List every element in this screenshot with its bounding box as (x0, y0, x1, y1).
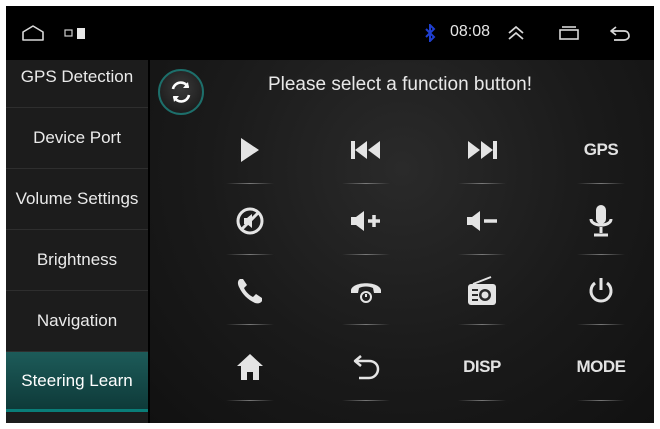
back-icon[interactable] (607, 6, 633, 60)
volume-down-icon (467, 211, 497, 231)
sidebar-item-label: Brightness (36, 250, 118, 269)
home-icon (237, 354, 263, 380)
underline (226, 324, 274, 325)
sidebar-item-steering-learn[interactable]: Steering Learn (6, 352, 148, 412)
sidebar-item-label: Navigation (36, 311, 118, 330)
underline (577, 400, 625, 401)
settings-sidebar: GPS Detection Device Port Volume Setting… (6, 60, 148, 423)
underline (458, 254, 506, 255)
mode-button[interactable]: MODE (571, 344, 631, 390)
instruction-text: Please select a function button! (267, 74, 533, 95)
underline (226, 254, 274, 255)
underline (458, 400, 506, 401)
underline (226, 183, 274, 184)
underline (342, 183, 390, 184)
sidebar-item-label: Volume Settings (15, 189, 139, 208)
volume-down-button[interactable] (452, 198, 512, 244)
underline (458, 183, 506, 184)
clock: 08:08 (450, 23, 491, 40)
hang-up-button[interactable] (336, 268, 396, 314)
gps-label: GPS (583, 140, 619, 159)
microphone-button[interactable] (571, 198, 631, 244)
call-button[interactable] (220, 268, 280, 314)
play-icon (241, 138, 259, 162)
sidebar-item-navigation[interactable]: Navigation (6, 291, 148, 352)
mute-icon (236, 207, 264, 235)
volume-up-button[interactable] (336, 198, 396, 244)
disp-button[interactable]: DISP (452, 344, 512, 390)
underline (577, 183, 625, 184)
phone-call-icon (237, 279, 262, 304)
radio-button[interactable] (452, 268, 512, 314)
head-unit-screen: 08:08 GPS Detection Device Port Volume S… (6, 6, 654, 423)
play-button[interactable] (220, 127, 280, 173)
mute-button[interactable] (220, 198, 280, 244)
steering-learn-panel: Please select a function button! GPS DIS… (150, 60, 654, 423)
disp-label: DISP (463, 357, 501, 376)
return-button[interactable] (336, 344, 396, 390)
underline (577, 324, 625, 325)
gps-button[interactable]: GPS (571, 127, 631, 173)
next-track-button[interactable] (452, 127, 512, 173)
back-return-icon (353, 355, 380, 380)
underline (226, 400, 274, 401)
power-button[interactable] (571, 268, 631, 314)
underline (458, 324, 506, 325)
refresh-icon (171, 81, 191, 103)
next-track-icon (468, 141, 497, 159)
hang-up-icon (351, 283, 381, 303)
underline (342, 400, 390, 401)
mode-label: MODE (576, 357, 627, 376)
underline (577, 254, 625, 255)
sidebar-item-label: Steering Learn (21, 370, 133, 390)
previous-track-icon (351, 141, 380, 159)
home-button[interactable] (220, 344, 280, 390)
power-icon (589, 278, 613, 303)
sidebar-item-brightness[interactable]: Brightness (6, 230, 148, 291)
radio-icon (468, 276, 496, 305)
expand-up-icon[interactable] (504, 6, 528, 60)
previous-track-button[interactable] (336, 127, 396, 173)
bluetooth-icon (420, 6, 440, 60)
recent-apps-icon[interactable] (557, 6, 581, 60)
sidebar-item-label: GPS Detection (20, 67, 134, 86)
sidebar-item-volume-settings[interactable]: Volume Settings (6, 169, 148, 230)
refresh-button[interactable] (158, 69, 204, 115)
sidebar-item-label: Device Port (33, 128, 121, 147)
underline (342, 324, 390, 325)
sidebar-item-device-port[interactable]: Device Port (6, 108, 148, 169)
microphone-icon (589, 205, 613, 237)
sidebar-item-gps-detection[interactable]: GPS Detection (6, 47, 148, 108)
underline (342, 254, 390, 255)
volume-up-icon (351, 211, 380, 231)
